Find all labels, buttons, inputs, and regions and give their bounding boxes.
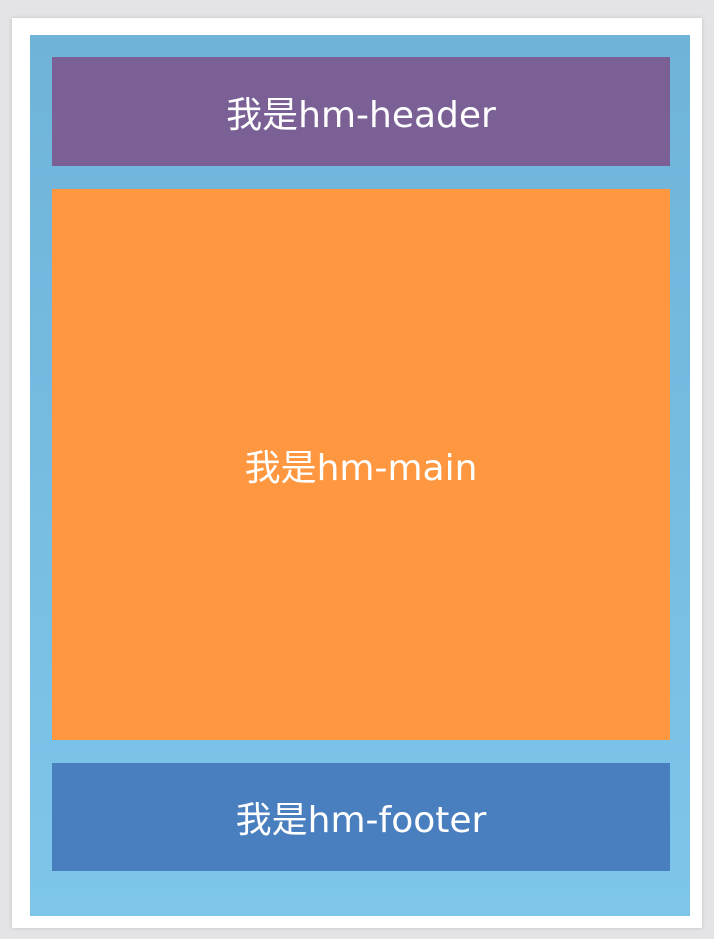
hm-footer-label: 我是hm-footer (235, 800, 487, 841)
hm-footer-block: 我是hm-footer (52, 763, 670, 871)
hm-main-block: 我是hm-main (52, 189, 670, 740)
hm-header-block: 我是hm-header (52, 57, 670, 166)
slide-frame: 我是hm-header 我是hm-main 我是hm-footer (12, 18, 702, 928)
hm-main-label: 我是hm-main (244, 447, 478, 489)
hm-header-label: 我是hm-header (226, 94, 496, 136)
hm-container: 我是hm-header 我是hm-main 我是hm-footer (30, 35, 690, 916)
